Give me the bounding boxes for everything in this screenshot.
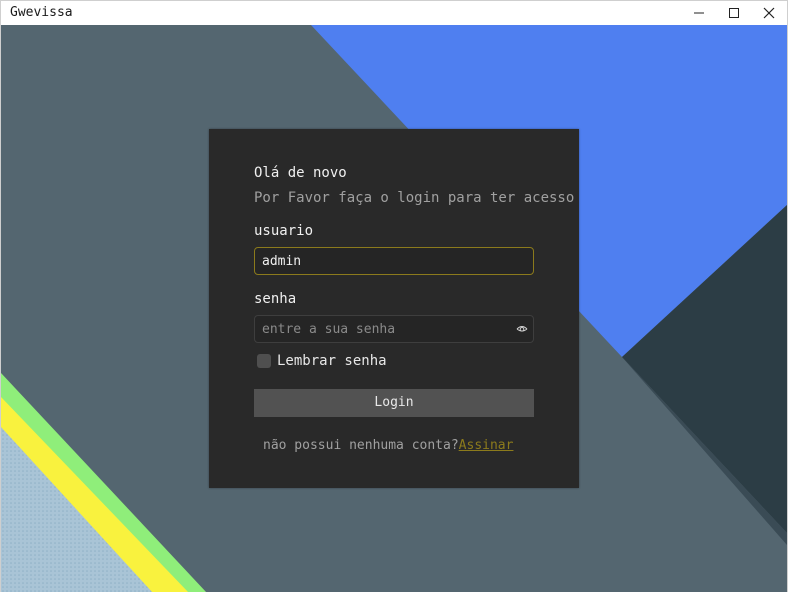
maximize-button[interactable] — [716, 1, 752, 25]
signup-row: não possui nenhuma conta?Assinar — [263, 438, 513, 453]
username-label: usuario — [254, 223, 314, 239]
close-button[interactable] — [751, 1, 787, 25]
minimize-button[interactable] — [681, 1, 717, 25]
password-input[interactable] — [254, 315, 534, 343]
close-icon — [763, 7, 775, 19]
password-label: senha — [254, 291, 297, 307]
signup-prompt: não possui nenhuma conta? — [263, 438, 459, 453]
remember-password[interactable]: Lembrar senha — [257, 353, 387, 369]
app-window: Gwevissa Olá de novo Por Favor faça o lo… — [0, 0, 788, 592]
login-button[interactable]: Login — [254, 389, 534, 417]
login-subtitle: Por Favor faça o login para ter acesso — [254, 190, 575, 206]
username-input[interactable] — [254, 247, 534, 275]
window-title: Gwevissa — [10, 5, 73, 20]
minimize-icon — [694, 12, 704, 14]
login-card: Olá de novo Por Favor faça o login para … — [209, 129, 579, 488]
eye-icon[interactable] — [516, 323, 528, 335]
title-bar: Gwevissa — [1, 1, 787, 25]
greeting-heading: Olá de novo — [254, 165, 347, 181]
signup-link[interactable]: Assinar — [459, 438, 514, 453]
remember-label: Lembrar senha — [277, 353, 387, 369]
remember-checkbox[interactable] — [257, 354, 271, 368]
maximize-icon — [729, 8, 739, 18]
